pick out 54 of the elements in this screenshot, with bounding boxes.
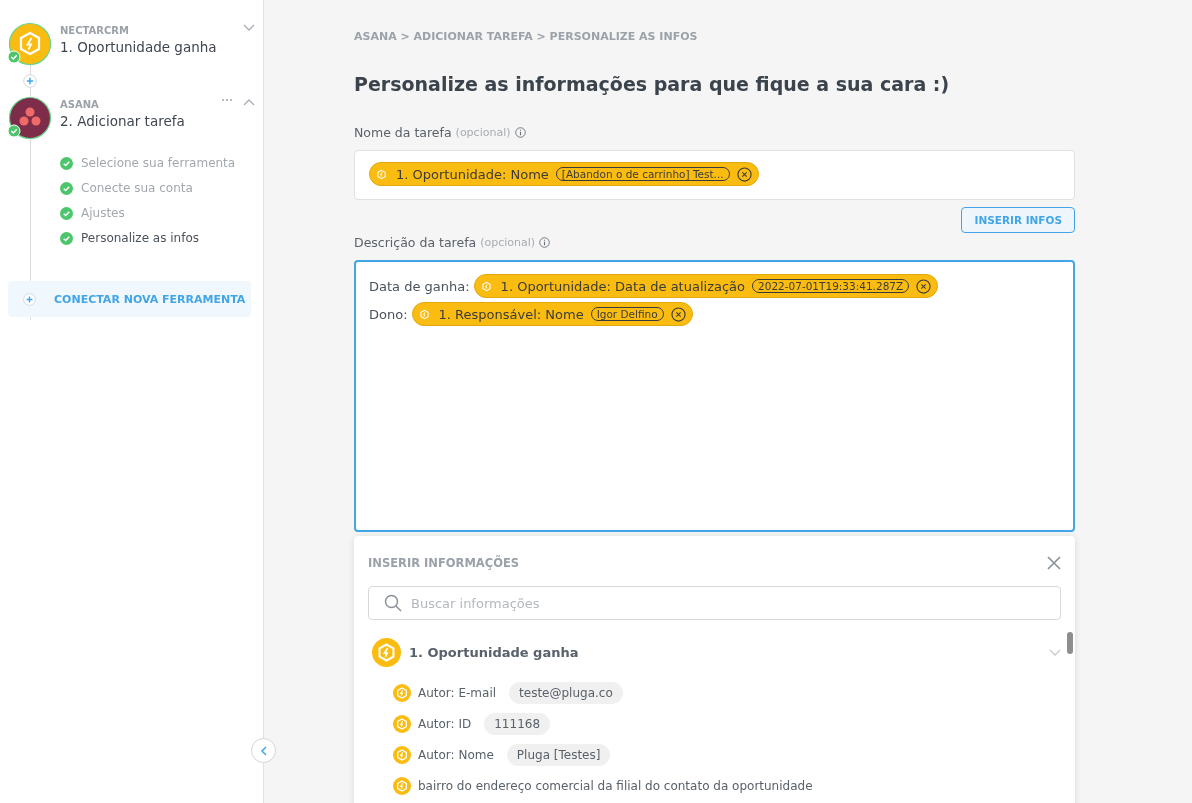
info-item-value: 111168 [484, 712, 551, 735]
remove-icon[interactable] [670, 306, 686, 322]
tag-label: 1. Oportunidade: Data de atualização [500, 278, 745, 294]
page-heading: Personalize as informações para que fique a sua cara :) [354, 73, 951, 95]
chevron-icon[interactable] [1049, 648, 1061, 657]
add-step-icon[interactable] [23, 74, 37, 88]
close-icon[interactable] [1047, 556, 1061, 570]
field-text: Data de ganha: [369, 278, 470, 294]
rich-input-field[interactable]: 1. Oportunidade: Nome [Abandon o de carrinho] Test... [354, 150, 1075, 200]
info-item-label[interactable]: bairro do endereço comercial da filial do contato da oportunidade [418, 778, 813, 793]
group-title[interactable]: 1. Oportunidade ganha [409, 645, 1041, 660]
variable-tag[interactable]: 1. Oportunidade: Data de atualização 2022-07-01T19:33:41.287Z [473, 274, 939, 298]
rich-input-field[interactable]: Data de ganha: 1. Oportunidade: Data de atualização 2022-07-01T19:33:41.287Z Dono: 1. Responsável: Nome Igor Delfino [354, 260, 1075, 532]
chevron-icon[interactable] [243, 24, 255, 32]
more-icon[interactable] [221, 98, 233, 102]
field-label: Nome da tarefa [354, 125, 452, 140]
app-name: ASANA [60, 99, 100, 110]
info-item-label[interactable]: Autor: ID [418, 716, 472, 731]
bolt-icon [393, 745, 411, 764]
search-icon [384, 594, 402, 612]
bolt-icon [393, 683, 411, 702]
optional-hint: (opcional) [480, 236, 536, 249]
bolt-icon [393, 776, 411, 795]
info-icon [514, 127, 526, 138]
remove-icon[interactable] [736, 166, 752, 182]
info-item-label[interactable]: Autor: Nome [418, 747, 494, 762]
bolt-icon [393, 714, 411, 733]
app-name: NECTARCRM [60, 25, 130, 36]
info-icon [539, 237, 551, 248]
substep-link[interactable]: Personalize as infos [81, 231, 200, 245]
step-title[interactable]: 1. Oportunidade ganha [60, 39, 235, 55]
search-field[interactable]: Buscar informações [368, 586, 1061, 620]
chevron-icon[interactable] [243, 98, 255, 106]
app-logo-icon [8, 22, 52, 66]
app-logo-icon [8, 96, 52, 140]
info-item-value: Pluga [Testes] [506, 743, 611, 766]
tag-label: 1. Oportunidade: Nome [396, 166, 549, 182]
tag-label: 1. Responsável: Nome [438, 306, 584, 322]
step-title[interactable]: 2. Adicionar tarefa [60, 113, 213, 129]
variable-tag[interactable]: 1. Oportunidade: Nome [Abandon o de carrinho] Test... [369, 162, 759, 186]
chevron-left-icon [259, 745, 268, 756]
variable-tag[interactable]: 1. Responsável: Nome Igor Delfino [411, 302, 693, 326]
scrollbar-thumb[interactable] [1067, 632, 1073, 654]
optional-hint: (opcional) [455, 126, 511, 139]
info-item-label[interactable]: Autor: E-mail [418, 685, 497, 700]
info-item-value: teste@pluga.co [509, 681, 623, 704]
breadcrumb: ASANA > ADICIONAR TAREFA > PERSONALIZE AS INFOS [354, 30, 699, 43]
panel-title: INSERIR INFORMAÇÕES [368, 556, 520, 570]
remove-icon[interactable] [916, 278, 932, 294]
collapse-sidebar-button[interactable] [251, 738, 276, 763]
bolt-icon [372, 638, 401, 667]
field-text: Dono: [369, 306, 408, 322]
field-label: Descrição da tarefa [354, 235, 477, 250]
plus-icon [23, 292, 36, 306]
